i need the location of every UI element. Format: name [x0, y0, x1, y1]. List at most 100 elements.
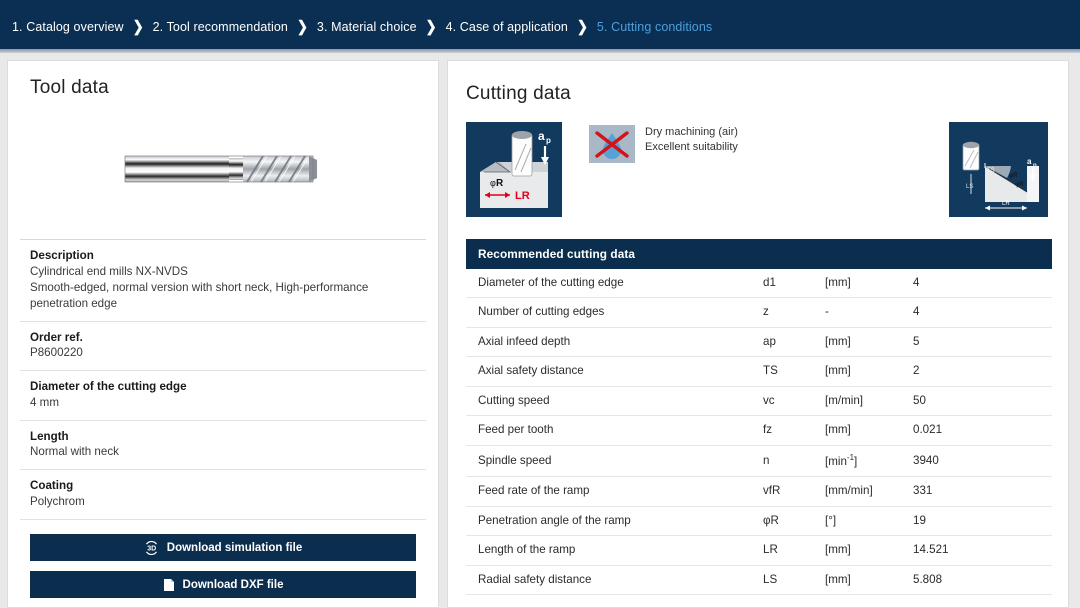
chevron-right-icon: ❯ — [296, 17, 308, 36]
parameter-name: Length of the ramp — [466, 535, 751, 566]
spec-label: Description — [30, 249, 94, 262]
table-row: Feed per tooth fz [mm] 0.021 — [466, 415, 1052, 446]
parameter-name: Cutting speed — [466, 386, 751, 417]
cutting-data-panel: Cutting data a p φ R LR Dry machining (a… — [447, 60, 1069, 608]
parameter-name: Penetration angle of the ramp — [466, 506, 751, 537]
page-content: Tool data Description Cylindrical end mi… — [0, 53, 1080, 608]
parameter-unit: [mm] — [813, 269, 901, 299]
parameter-value: 0.021 — [901, 415, 1052, 446]
spec-value: Cylindrical end mills NX-NVDS — [30, 264, 188, 278]
breadcrumb-item-3[interactable]: 3. Material choice — [317, 20, 417, 34]
parameter-value: 5 — [901, 327, 1052, 358]
svg-text:p: p — [546, 136, 551, 145]
parameter-symbol: ap — [751, 327, 813, 358]
svg-text:a: a — [538, 129, 545, 143]
parameter-name: Feed per tooth — [466, 415, 751, 446]
cutting-icon-row: a p φ R LR Dry machining (air) Excellent… — [466, 122, 1052, 218]
svg-text:LR: LR — [515, 190, 530, 202]
spec-row: Coating Polychrom — [20, 469, 426, 521]
breadcrumb-item-4[interactable]: 4. Case of application — [446, 20, 568, 34]
parameter-value: 4 — [901, 297, 1052, 328]
svg-text:a: a — [1027, 157, 1032, 166]
parameter-symbol: n — [751, 445, 813, 478]
spec-row: Diameter of the cutting edge 4 mm — [20, 370, 426, 420]
table-row: Feed rate of the ramp vfR [mm/min] 331 — [466, 476, 1052, 507]
coolant-suitability-text: Dry machining (air) Excellent suitabilit… — [645, 125, 738, 155]
parameter-unit: [mm] — [813, 565, 901, 596]
spec-row: Order ref. P8600220 — [20, 320, 426, 371]
spec-value: Smooth-edged, normal version with short … — [30, 280, 369, 310]
spec-row: Description Cylindrical end mills NX-NVDS… — [20, 239, 426, 321]
parameter-value: 3940 — [901, 445, 1052, 478]
parameter-symbol: φR — [751, 506, 813, 537]
breadcrumb: 1. Catalog overview ❯ 2. Tool recommendati… — [12, 17, 712, 36]
tool-spec-list: Description Cylindrical end mills NX-NVDS… — [20, 239, 426, 521]
spec-label: Order ref. — [30, 330, 83, 344]
spec-value: Polychrom — [30, 495, 85, 509]
parameter-symbol: vfR — [751, 476, 813, 507]
parameter-unit: [mm] — [813, 415, 901, 446]
parameter-name: Spindle speed — [466, 445, 751, 478]
breadcrumb-item-5[interactable]: 5. Cutting conditions — [597, 20, 712, 34]
table-row: Length of the ramp LR [mm] 14.521 — [466, 535, 1052, 566]
tool-data-panel: Tool data Description Cylindrical end mi… — [7, 60, 439, 608]
download-dxf-file-button[interactable]: Download DXF file — [30, 571, 416, 599]
table-row: Spindle speed n [min-1] 3940 — [466, 445, 1052, 478]
svg-text:φR: φR — [1009, 173, 1018, 179]
recommended-cutting-data-table: Recommended cutting data Diameter of the… — [466, 239, 1052, 596]
parameter-value: 50 — [901, 386, 1052, 417]
button-label: Download DXF file — [182, 578, 284, 591]
parameter-unit: [°] — [813, 506, 901, 537]
table-row: Axial infeed depth ap [mm] 5 — [466, 327, 1052, 358]
svg-text:φR: φR — [1015, 182, 1024, 188]
parameter-symbol: TS — [751, 356, 813, 387]
svg-text:LR: LR — [1002, 201, 1010, 207]
parameter-value: 5.808 — [901, 565, 1052, 596]
parameter-unit: [mm] — [813, 327, 901, 358]
parameter-symbol: fz — [751, 415, 813, 446]
no-coolant-droplet-icon — [589, 125, 635, 163]
parameter-value: 19 — [901, 506, 1052, 537]
table-row: Diameter of the cutting edge d1 [mm] 4 — [466, 269, 1052, 299]
parameter-name: Feed rate of the ramp — [466, 476, 751, 507]
breadcrumb-item-2[interactable]: 2. Tool recommendation — [153, 20, 288, 34]
table-row: Axial safety distance TS [mm] 2 — [466, 356, 1052, 387]
parameter-unit: [min-1] — [813, 445, 901, 478]
parameter-value: 2 — [901, 356, 1052, 387]
tool-data-title: Tool data — [30, 77, 109, 98]
svg-text:3D: 3D — [147, 545, 156, 552]
breadcrumb-item-1[interactable]: 1. Catalog overview — [12, 20, 124, 34]
cutting-data-title: Cutting data — [466, 83, 571, 104]
spec-value: 4 mm — [30, 395, 59, 409]
tool-image — [20, 109, 426, 229]
chevron-right-icon: ❯ — [132, 17, 144, 36]
parameter-symbol: d1 — [751, 269, 813, 299]
parameter-unit: [mm] — [813, 356, 901, 387]
parameter-name: Diameter of the cutting edge — [466, 269, 751, 299]
ramp-milling-diagram-icon: a p φ R LR — [466, 122, 562, 217]
breadcrumb-header: 1. Catalog overview ❯ 2. Tool recommendati… — [0, 0, 1080, 53]
coolant-line-2: Excellent suitability — [645, 140, 738, 153]
svg-text:R: R — [496, 178, 504, 189]
chevron-right-icon: ❯ — [576, 17, 588, 36]
document-icon — [163, 578, 175, 592]
table-header-row: Recommended cutting data — [466, 239, 1052, 269]
parameter-unit: [mm/min] — [813, 476, 901, 507]
chevron-right-icon: ❯ — [425, 17, 437, 36]
table-row: Number of cutting edges z -4 — [466, 297, 1052, 328]
parameter-symbol: z — [751, 297, 813, 328]
spec-value: P8600220 — [30, 346, 83, 360]
parameter-symbol: vc — [751, 386, 813, 417]
parameter-value: 331 — [901, 476, 1052, 507]
parameter-unit: [m/min] — [813, 386, 901, 417]
table-row: Cutting speed vc [m/min] 50 — [466, 386, 1052, 417]
coolant-line-1: Dry machining (air) — [645, 126, 738, 138]
parameter-name: Number of cutting edges — [466, 297, 751, 328]
download-simulation-file-button[interactable]: 3D Download simulation file — [30, 534, 416, 562]
parameter-value: 4 — [901, 269, 1052, 299]
parameter-name: Radial safety distance — [466, 565, 751, 596]
table-row: Penetration angle of the ramp φR [°] 19 — [466, 506, 1052, 537]
spec-row: Length Normal with neck — [20, 419, 426, 470]
spec-label: Diameter of the cutting edge — [30, 380, 187, 394]
spec-value: Normal with neck — [30, 445, 119, 459]
